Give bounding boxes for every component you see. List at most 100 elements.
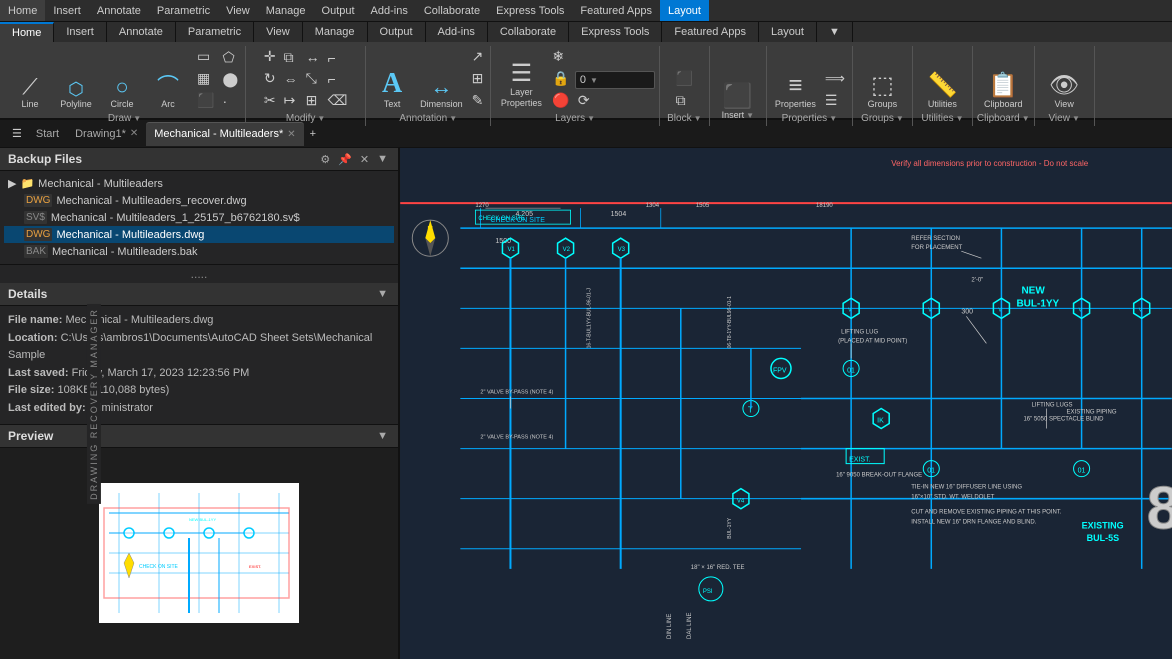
btn-layer-sm-2[interactable]: 🔒 <box>549 68 572 89</box>
properties-dropdown-arrow[interactable]: ▼ <box>829 114 837 123</box>
panel-pin-btn[interactable]: 📌 <box>336 153 354 166</box>
menu-addins[interactable]: Add-ins <box>363 0 416 21</box>
btn-copy[interactable]: ⧉ <box>281 47 301 68</box>
tab-more[interactable]: ▼ <box>817 22 853 42</box>
tab-annotate[interactable]: Annotate <box>107 22 176 42</box>
btn-utilities[interactable]: 📏 Utilities <box>920 70 964 111</box>
tab-home[interactable]: Home <box>0 22 54 42</box>
btn-array[interactable]: ⊞ <box>303 90 323 111</box>
btn-fillet[interactable]: ⌐ <box>325 48 351 68</box>
tab-output[interactable]: Output <box>368 22 426 42</box>
btn-clipboard[interactable]: 📋 Clipboard <box>980 70 1027 111</box>
tab-add-button[interactable]: + <box>304 126 322 142</box>
menu-collaborate[interactable]: Collaborate <box>416 0 488 21</box>
tab-start[interactable]: Start <box>28 122 67 146</box>
tab-drawing1-close[interactable]: ✕ <box>130 128 138 139</box>
details-expand-btn[interactable]: ▼ <box>375 288 390 300</box>
btn-text[interactable]: A Text <box>370 66 414 111</box>
btn-draw-sm-4[interactable]: ⬠ <box>219 47 241 68</box>
tab-mechanical[interactable]: Mechanical - Multileaders* ✕ <box>146 122 303 146</box>
btn-draw-sm-3[interactable]: ⬛ <box>194 90 217 111</box>
btn-rotate[interactable]: ↻ <box>261 68 279 89</box>
menu-output[interactable]: Output <box>314 0 363 21</box>
btn-block-sm-2[interactable]: ⧉ <box>673 90 696 111</box>
tree-item-2[interactable]: DWG Mechanical - Multileaders.dwg <box>4 226 394 243</box>
btn-arc[interactable]: ⌒ Arc <box>146 72 190 111</box>
preview-header[interactable]: Preview ▼ <box>0 425 398 448</box>
btn-draw-sm-1[interactable]: ▭ <box>194 46 217 67</box>
block-dropdown-arrow[interactable]: ▼ <box>694 114 702 123</box>
tab-view[interactable]: View <box>254 22 303 42</box>
btn-table[interactable]: ⊞ <box>469 68 487 89</box>
panel-close-btn[interactable]: ✕ <box>358 153 371 166</box>
annotation-dropdown-arrow[interactable]: ▼ <box>449 114 457 123</box>
menu-view[interactable]: View <box>218 0 258 21</box>
btn-line[interactable]: ⟋ Line <box>8 72 52 111</box>
tab-express-tools[interactable]: Express Tools <box>569 22 662 42</box>
backup-files-header[interactable]: Backup Files ⚙ 📌 ✕ ▼ <box>0 148 398 171</box>
btn-match[interactable]: ⟹ <box>822 68 848 89</box>
panel-expand-btn[interactable]: ▼ <box>375 153 390 166</box>
btn-layer-sm-4[interactable]: ⟳ <box>575 90 655 111</box>
tab-insert[interactable]: Insert <box>54 22 107 42</box>
menu-annotate[interactable]: Annotate <box>89 0 149 21</box>
tab-layout[interactable]: Layout <box>759 22 817 42</box>
menu-home[interactable]: Home <box>0 0 45 21</box>
view-dropdown-arrow[interactable]: ▼ <box>1072 114 1080 123</box>
btn-erase[interactable]: ⌫ <box>325 90 351 111</box>
btn-block-sm-1[interactable]: ⬛ <box>673 68 696 89</box>
menu-manage[interactable]: Manage <box>258 0 314 21</box>
dots-separator[interactable]: ..... <box>0 265 398 283</box>
tab-featured-apps[interactable]: Featured Apps <box>662 22 759 42</box>
btn-extend[interactable]: ↦ <box>281 90 301 111</box>
btn-properties[interactable]: ≡ Properties <box>771 70 820 111</box>
btn-markups[interactable]: ✎ <box>469 90 487 111</box>
preview-expand-btn[interactable]: ▼ <box>375 430 390 442</box>
tab-parametric[interactable]: Parametric <box>176 22 254 42</box>
btn-draw-sm-6[interactable]: · <box>219 91 241 111</box>
tab-manage[interactable]: Manage <box>303 22 368 42</box>
clipboard-dropdown-arrow[interactable]: ▼ <box>1022 114 1030 123</box>
btn-layer-properties[interactable]: ☰ LayerProperties <box>495 58 547 111</box>
btn-polyline[interactable]: ⬡ Polyline <box>54 76 98 111</box>
layers-dropdown-arrow[interactable]: ▼ <box>587 114 595 123</box>
btn-mirror[interactable]: ⇔ <box>281 69 301 89</box>
btn-chamfer[interactable]: ⌐ <box>325 69 351 89</box>
tab-addins[interactable]: Add-ins <box>426 22 488 42</box>
tree-item-3[interactable]: BAK Mechanical - Multileaders.bak <box>4 243 394 260</box>
menu-express-tools[interactable]: Express Tools <box>488 0 572 21</box>
btn-circle[interactable]: ○ Circle <box>100 72 144 111</box>
btn-move[interactable]: ✛ <box>261 46 279 67</box>
btn-dimension[interactable]: ↔ Dimension <box>416 72 467 111</box>
btn-list[interactable]: ☰ <box>822 90 848 111</box>
menu-layout[interactable]: Layout <box>660 0 709 21</box>
btn-draw-sm-2[interactable]: ▦ <box>194 68 217 89</box>
btn-draw-sm-5[interactable]: ⬤ <box>219 69 241 90</box>
panel-settings-btn[interactable]: ⚙ <box>318 153 332 166</box>
groups-dropdown-arrow[interactable]: ▼ <box>896 114 904 123</box>
btn-trim[interactable]: ✂ <box>261 90 279 111</box>
btn-stretch[interactable]: ↔ <box>303 47 323 67</box>
hamburger-menu[interactable]: ☰ <box>6 125 28 142</box>
modify-dropdown-arrow[interactable]: ▼ <box>317 114 325 123</box>
menu-parametric[interactable]: Parametric <box>149 0 218 21</box>
btn-layer-sm-1[interactable]: ❄ <box>549 46 572 67</box>
tree-item-1[interactable]: SV$ Mechanical - Multileaders_1_25157_b6… <box>4 209 394 226</box>
menu-insert[interactable]: Insert <box>45 0 89 21</box>
btn-view[interactable]: 👁 View <box>1042 70 1086 111</box>
drawing-area[interactable]: Verify all dimensions prior to construct… <box>400 148 1172 659</box>
tree-item-0[interactable]: DWG Mechanical - Multileaders_recover.dw… <box>4 192 394 209</box>
menu-featured-apps[interactable]: Featured Apps <box>572 0 660 21</box>
utilities-dropdown-arrow[interactable]: ▼ <box>956 114 964 123</box>
btn-groups[interactable]: ⬚ Groups <box>860 70 904 111</box>
tab-drawing1[interactable]: Drawing1* ✕ <box>67 122 146 146</box>
layer-dropdown[interactable]: 0 ▼ <box>575 71 655 89</box>
btn-scale[interactable]: ⤡ <box>303 68 323 89</box>
tree-root-item[interactable]: ▶ 📁 Mechanical - Multileaders <box>4 175 394 192</box>
tab-mechanical-close[interactable]: ✕ <box>287 129 295 140</box>
btn-mleader[interactable]: ↗ <box>469 46 487 67</box>
details-header[interactable]: Details ▼ <box>0 283 398 306</box>
tab-collaborate[interactable]: Collaborate <box>488 22 569 42</box>
btn-layer-sm-3[interactable]: 🔴 <box>549 90 572 111</box>
btn-insert[interactable]: ⬛ Insert ▼ <box>714 81 762 122</box>
